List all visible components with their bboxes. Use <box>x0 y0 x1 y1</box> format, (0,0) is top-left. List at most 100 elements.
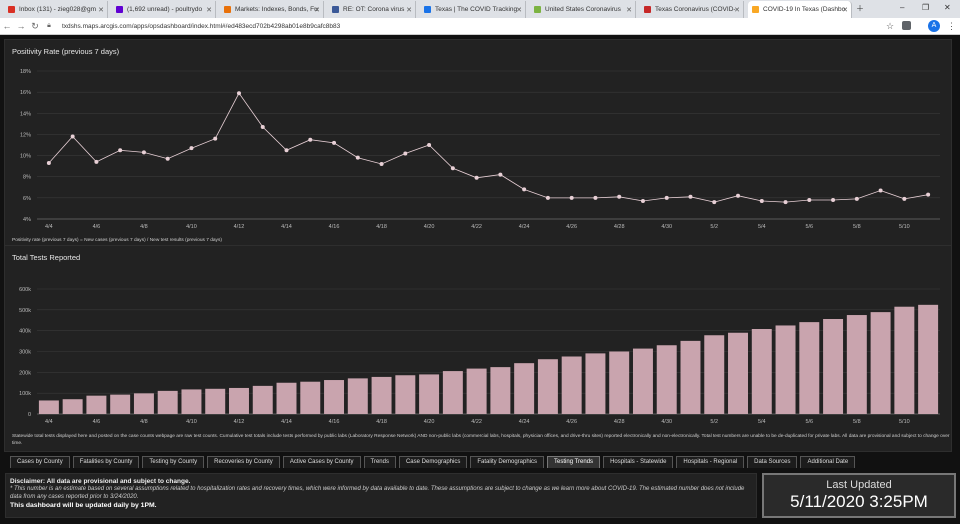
data-point <box>332 140 337 145</box>
tab-hospitals-statewide[interactable]: Hospitals - Statewide <box>603 456 674 468</box>
url-field[interactable]: txdshs.maps.arcgis.com/apps/opsdashboard… <box>62 23 340 30</box>
bar <box>514 363 535 414</box>
tab-recoveries-by-county[interactable]: Recoveries by County <box>207 456 280 468</box>
tab-fatality-demographics[interactable]: Fatality Demographics <box>470 456 545 468</box>
disclaimer-text: * This number is an estimate based on se… <box>10 486 745 500</box>
close-tab-icon[interactable]: ✕ <box>734 6 740 14</box>
tab-trends[interactable]: Trends <box>363 456 396 468</box>
tab-testing-by-county[interactable]: Testing by County <box>142 456 205 468</box>
extension-icon[interactable] <box>902 21 911 30</box>
disclaimer-panel: Disclaimer: All data are provisional and… <box>5 473 757 518</box>
bar <box>276 382 297 414</box>
bar <box>347 378 368 414</box>
data-point <box>569 195 574 200</box>
reload-icon[interactable]: ↻ <box>28 21 42 32</box>
minimize-icon[interactable]: – <box>900 3 904 12</box>
x-tick-label: 4/20 <box>424 419 435 425</box>
close-tab-icon[interactable]: ✕ <box>314 6 320 14</box>
favicon-icon <box>224 6 231 13</box>
tests-panel: Total Tests Reported 0 100k 200k 300k 400k 50… <box>4 245 952 452</box>
tab-hospitals-regional[interactable]: Hospitals - Regional <box>676 456 745 468</box>
x-tick-label: 4/16 <box>329 224 340 230</box>
y-tick-label: 12% <box>20 132 31 138</box>
data-point <box>165 156 170 161</box>
data-point <box>854 196 859 201</box>
bar <box>38 400 59 414</box>
browser-tab[interactable]: COVID-19 In Texas (Dashbo ✕ <box>748 1 852 18</box>
x-tick-label: 4/28 <box>614 419 625 425</box>
bar <box>157 390 178 414</box>
tab-active-cases-by-county[interactable]: Active Cases by County <box>282 456 361 468</box>
data-point <box>427 143 432 147</box>
browser-tab[interactable]: Markets: Indexes, Bonds, Fu ✕ <box>220 1 324 18</box>
tab-testing-trends[interactable]: Testing Trends <box>547 456 601 468</box>
data-point <box>355 155 360 160</box>
bookmark-star-icon[interactable]: ☆ <box>886 21 894 32</box>
browser-tab[interactable]: RE: OT: Corona virus ✕ <box>328 1 416 18</box>
x-tick-label: 4/12 <box>234 224 245 230</box>
close-tab-icon[interactable]: ✕ <box>626 6 632 14</box>
data-point <box>617 194 622 199</box>
tab-data-sources[interactable]: Data Sources <box>747 456 798 468</box>
browser-tab-label: Markets: Indexes, Bonds, Fu <box>235 6 318 13</box>
data-point <box>403 151 408 156</box>
update-schedule-note: This dashboard will be updated daily by … <box>10 502 157 509</box>
data-point <box>736 193 741 198</box>
x-tick-label: 5/4 <box>758 224 766 230</box>
tests-footnote: Statewide total tests displayed here and… <box>12 434 950 446</box>
new-tab-button[interactable]: ＋ <box>856 3 864 14</box>
y-tick-label: 4% <box>23 217 31 223</box>
x-tick-label: 4/4 <box>45 419 53 425</box>
profile-avatar[interactable]: A <box>928 20 940 32</box>
data-point <box>70 134 75 139</box>
close-tab-icon[interactable]: ✕ <box>406 6 412 14</box>
browser-tab-label: Texas Coronavirus (COVID- <box>655 6 736 13</box>
bar <box>632 348 653 414</box>
data-point <box>522 187 527 192</box>
last-updated-value: 5/11/2020 3:25PM <box>790 492 928 511</box>
x-tick-label: 4/22 <box>471 224 482 230</box>
browser-tab[interactable]: Inbox (131) - zieg028@gm ✕ <box>4 1 108 18</box>
data-point <box>545 195 550 200</box>
favicon-icon <box>116 6 123 13</box>
close-tab-icon[interactable]: ✕ <box>842 6 848 14</box>
tab-additional-date[interactable]: Additional Date <box>800 456 856 468</box>
tab-fatalities-by-county[interactable]: Fatalities by County <box>72 456 140 468</box>
tab-cases-by-county[interactable]: Cases by County <box>10 456 70 468</box>
forward-icon[interactable]: → <box>14 21 28 31</box>
browser-tab[interactable]: (1,692 unread) - poultrydo ✕ <box>112 1 216 18</box>
x-tick-label: 4/8 <box>140 419 148 425</box>
close-window-icon[interactable]: ✕ <box>944 3 951 12</box>
close-tab-icon[interactable]: ✕ <box>98 6 104 14</box>
bar <box>133 393 154 414</box>
last-updated-panel: Last Updated 5/11/2020 3:25PM <box>762 473 956 518</box>
x-tick-label: 4/26 <box>566 419 577 425</box>
restore-icon[interactable]: ❐ <box>922 3 929 12</box>
x-tick-label: 5/10 <box>899 224 910 230</box>
data-point <box>284 148 289 153</box>
positivity-panel: Positivity Rate (previous 7 days) 4% 6% 8%… <box>4 39 952 252</box>
bar <box>490 367 511 414</box>
browser-tab[interactable]: United States Coronavirus ✕ <box>530 1 636 18</box>
x-tick-label: 4/28 <box>614 224 625 230</box>
x-tick-label: 5/4 <box>758 419 766 425</box>
bar <box>561 356 582 414</box>
x-tick-label: 4/20 <box>424 224 435 230</box>
disclaimer-title: Disclaimer: All data are provisional and… <box>10 478 191 485</box>
browser-tab[interactable]: Texas | The COVID Tracking ✕ <box>420 1 526 18</box>
close-tab-icon[interactable]: ✕ <box>206 6 212 14</box>
bar <box>371 376 392 414</box>
browser-tab[interactable]: Texas Coronavirus (COVID- ✕ <box>640 1 744 18</box>
y-tick-label: 14% <box>20 111 31 117</box>
data-point <box>807 197 812 202</box>
bar <box>775 325 796 414</box>
close-tab-icon[interactable]: ✕ <box>516 6 522 14</box>
positivity-chart: 4% 6% 8% 10% 12% 14% 16% 18% 4/4 4/6 4/8 4/10 4/12 4/… <box>20 69 940 230</box>
favicon-icon <box>534 6 541 13</box>
menu-icon[interactable]: ⋮ <box>947 21 956 32</box>
bar <box>704 335 725 414</box>
back-icon[interactable]: ← <box>0 21 14 31</box>
tab-case-demographics[interactable]: Case Demographics <box>398 456 468 468</box>
x-tick-label: 4/26 <box>566 224 577 230</box>
favicon-icon <box>644 6 651 13</box>
